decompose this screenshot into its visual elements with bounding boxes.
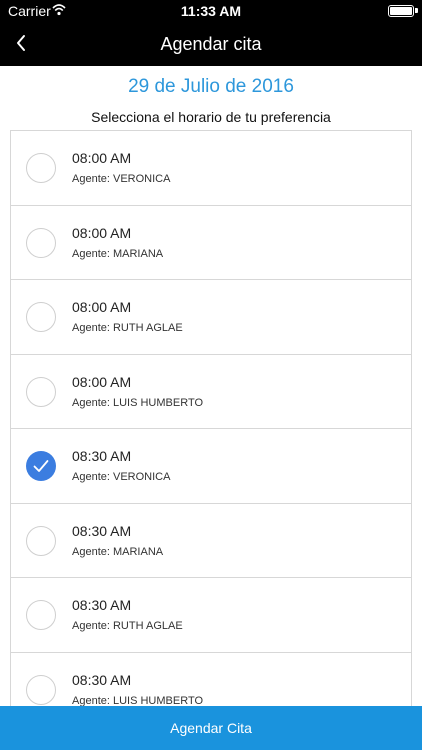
slot-time: 08:30 AM (72, 522, 132, 539)
slot-agent: Agente: VERONICA (72, 471, 171, 483)
time-slot-row[interactable]: 08:00 AM Agente: RUTH AGLAE (11, 280, 411, 355)
slot-time: 08:30 AM (72, 671, 132, 688)
slot-time: 08:00 AM (72, 224, 132, 241)
radio-unchecked[interactable] (26, 302, 56, 332)
slot-agent: Agente: MARIANA (72, 545, 164, 558)
top-bar: Carrier 11:33 AM Agendar cita (0, 0, 422, 66)
radio-unchecked[interactable] (26, 674, 56, 705)
radio-unchecked[interactable] (26, 376, 56, 407)
time-slot-list[interactable]: 08:00 AM Agente: VERONICA 08:00 AM Agente: … (10, 130, 412, 706)
slot-time: 08:00 AM (72, 299, 132, 315)
nav-bar: Agendar cita (0, 22, 422, 66)
slot-agent: Agente: LUIS HUMBERTO (72, 396, 204, 409)
page-title: Agendar cita (160, 34, 262, 54)
schedule-appointment-button[interactable]: Agendar Cita (0, 706, 422, 750)
time-slot-row[interactable]: 08:00 AM Agente: MARIANA (11, 205, 411, 280)
slot-agent: Agente: RUTH AGLAE (72, 322, 183, 334)
radio-unchecked[interactable] (26, 525, 56, 556)
battery-tip (415, 8, 418, 13)
time-slot-row[interactable]: 08:30 AM Agente: LUIS HUMBERTO (11, 652, 411, 707)
radio-unchecked[interactable] (26, 153, 56, 183)
slot-time: 08:00 AM (72, 373, 132, 390)
radio-checked[interactable] (26, 451, 56, 481)
radio-unchecked[interactable] (26, 227, 56, 258)
slot-time: 08:30 AM (72, 448, 132, 464)
time-slot-row[interactable]: 08:00 AM Agente: LUIS HUMBERTO (11, 354, 411, 429)
radio-unchecked[interactable] (26, 600, 56, 630)
slot-agent: Agente: RUTH AGLAE (72, 620, 183, 632)
slot-time: 08:00 AM (72, 150, 132, 166)
slot-agent: Agente: VERONICA (72, 173, 171, 185)
time-slot-row[interactable]: 08:30 AM Agente: VERONICA (11, 429, 411, 504)
slot-agent: Agente: MARIANA (72, 247, 164, 260)
time-slot-row[interactable]: 08:30 AM Agente: RUTH AGLAE (11, 578, 411, 653)
status-time: 11:33 AM (180, 3, 242, 19)
instructions-text: Selecciona el horario de tu preferencia (91, 109, 331, 125)
slot-agent: Agente: LUIS HUMBERTO (72, 694, 204, 707)
time-slot-row[interactable]: 08:00 AM Agente: VERONICA (11, 131, 411, 206)
slot-time: 08:30 AM (72, 597, 132, 613)
battery-icon (388, 5, 414, 17)
checkmark-icon (33, 460, 49, 472)
status-bar: Carrier 11:33 AM (0, 0, 422, 22)
time-slot-row[interactable]: 08:30 AM Agente: MARIANA (11, 503, 411, 578)
selected-date: 29 de Julio de 2016 (128, 76, 294, 97)
battery-level (390, 7, 412, 15)
